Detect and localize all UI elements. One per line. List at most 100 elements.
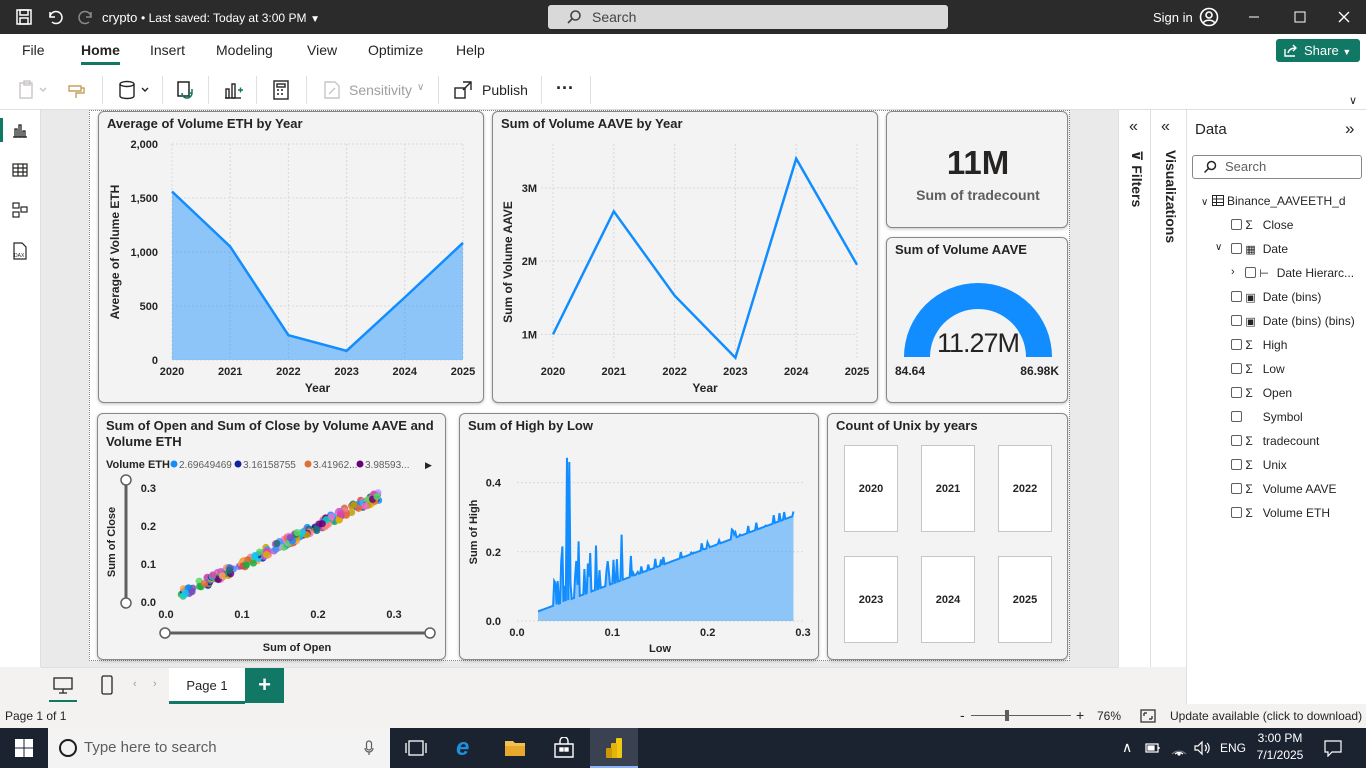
show-hidden-icons[interactable]: ∧ — [1122, 739, 1132, 756]
field-item[interactable]: ▣ Date (bins) — [1231, 290, 1321, 304]
year-tile[interactable]: 2025 — [998, 556, 1052, 643]
field-checkbox[interactable] — [1231, 363, 1242, 374]
notifications-icon[interactable] — [1324, 739, 1342, 757]
report-view-icon[interactable] — [12, 122, 28, 138]
paste-icon[interactable] — [18, 80, 48, 100]
field-checkbox[interactable] — [1231, 387, 1242, 398]
sensitivity-button[interactable]: Sensitivity — [349, 82, 412, 98]
sensitivity-icon[interactable] — [321, 80, 341, 100]
file-explorer-icon[interactable] — [504, 738, 526, 758]
year-tile[interactable]: 2021 — [921, 445, 975, 532]
share-button[interactable]: Share ▼ — [1276, 39, 1360, 62]
desktop-layout-icon[interactable] — [53, 677, 73, 694]
page-tab[interactable]: Page 1 — [169, 668, 245, 704]
close-icon[interactable] — [1338, 11, 1350, 23]
search-box[interactable]: Search — [548, 5, 948, 29]
save-icon[interactable] — [15, 8, 33, 26]
chevron-down-icon[interactable]: ∨ — [417, 82, 424, 93]
menu-home[interactable]: Home — [81, 42, 120, 58]
field-item[interactable]: Σ tradecount — [1231, 434, 1319, 448]
maximize-icon[interactable] — [1294, 11, 1306, 23]
redo-icon[interactable] — [77, 8, 95, 26]
field-checkbox[interactable] — [1231, 507, 1242, 518]
field-item[interactable]: Σ Volume ETH — [1231, 506, 1330, 520]
year-tile[interactable]: 2024 — [921, 556, 975, 643]
sign-in-link[interactable]: Sign in — [1153, 10, 1193, 25]
fit-to-page-icon[interactable] — [1140, 709, 1156, 723]
visualizations-pane[interactable]: « Visualizations — [1150, 110, 1186, 667]
next-page-icon[interactable]: › — [153, 678, 157, 690]
field-item[interactable]: Symbol — [1231, 410, 1303, 424]
field-checkbox[interactable] — [1231, 243, 1242, 254]
language-indicator[interactable]: ENG — [1220, 741, 1246, 755]
wifi-icon[interactable] — [1170, 740, 1188, 756]
windows-start-icon[interactable] — [15, 739, 33, 757]
field-item[interactable]: Σ Unix — [1231, 458, 1287, 472]
data-search-input[interactable]: Search — [1192, 155, 1362, 179]
microphone-icon[interactable] — [364, 740, 374, 756]
menu-optimize[interactable]: Optimize — [368, 42, 423, 58]
field-checkbox[interactable] — [1231, 291, 1242, 302]
scatter-chart-visual[interactable]: Sum of Open and Sum of Close by Volume A… — [97, 413, 446, 660]
field-item[interactable]: Σ High — [1231, 338, 1287, 352]
table-view-icon[interactable] — [12, 162, 28, 178]
expand-visualizations-icon[interactable]: « — [1161, 118, 1170, 136]
year-tile[interactable]: 2023 — [844, 556, 898, 643]
format-painter-icon[interactable] — [67, 80, 87, 100]
field-checkbox[interactable] — [1231, 435, 1242, 446]
table-node[interactable]: ∨ Binance_AAVEETH_d — [1201, 194, 1346, 208]
model-view-icon[interactable] — [12, 202, 28, 218]
zoom-slider-thumb[interactable] — [1005, 710, 1009, 721]
field-item[interactable]: ∨ ▦ Date — [1215, 242, 1288, 256]
menu-view[interactable]: View — [307, 42, 337, 58]
power-bi-taskbar-button[interactable] — [590, 728, 638, 768]
field-item[interactable]: Σ Close — [1231, 218, 1293, 232]
aave-gauge-visual[interactable]: Sum of Volume AAVE 11.27M 84.64 86.98K — [886, 237, 1068, 403]
eth-area-chart-visual[interactable]: Average of Volume ETH by Year 0 500 1,000 1… — [98, 111, 484, 403]
publish-button[interactable]: Publish — [482, 82, 528, 98]
menu-help[interactable]: Help — [456, 42, 485, 58]
prev-page-icon[interactable]: ‹ — [133, 678, 137, 690]
update-available-link[interactable]: Update available (click to download) — [1170, 709, 1362, 723]
tradecount-card-visual[interactable]: 11M Sum of tradecount — [886, 111, 1068, 228]
menu-modeling[interactable]: Modeling — [216, 42, 273, 58]
dax-query-icon[interactable]: DAX — [12, 242, 28, 260]
field-checkbox[interactable] — [1231, 339, 1242, 350]
expand-chevron-icon[interactable]: ∨ — [1201, 197, 1208, 208]
taskbar-clock[interactable]: 3:00 PM 7/1/2025 — [1250, 731, 1310, 762]
task-view-icon[interactable] — [405, 739, 427, 757]
undo-icon[interactable] — [46, 8, 64, 26]
field-item[interactable]: › ⊢ Date Hierarc... — [1231, 266, 1354, 280]
years-tile-slicer-visual[interactable]: Count of Unix by years 2020 2021 2022 20… — [827, 413, 1068, 660]
minimize-icon[interactable] — [1248, 11, 1260, 23]
account-icon[interactable] — [1199, 7, 1219, 27]
field-item[interactable]: Σ Volume AAVE — [1231, 482, 1337, 496]
zoom-out-button[interactable]: - — [960, 707, 965, 723]
field-checkbox[interactable] — [1231, 483, 1242, 494]
collapse-ribbon-icon[interactable]: ∨ — [1349, 94, 1357, 107]
menu-file[interactable]: File — [22, 42, 45, 58]
field-checkbox[interactable] — [1245, 267, 1256, 278]
year-tile[interactable]: 2022 — [998, 445, 1052, 532]
add-page-button[interactable]: + — [245, 668, 284, 703]
refresh-icon[interactable] — [175, 80, 195, 100]
volume-icon[interactable] — [1193, 740, 1211, 756]
field-checkbox[interactable] — [1231, 219, 1242, 230]
field-checkbox[interactable] — [1231, 459, 1242, 470]
calculator-icon[interactable] — [272, 80, 290, 100]
collapse-data-pane-icon[interactable]: » — [1345, 119, 1354, 139]
document-title[interactable]: crypto • Last saved: Today at 3:00 PM ▼ — [102, 10, 320, 25]
battery-icon[interactable] — [1145, 742, 1161, 754]
edge-browser-icon[interactable]: e — [456, 734, 469, 762]
high-by-low-visual[interactable]: Sum of High by Low 0.0 0.2 0.4 0.0 0.1 0.2 0.3… — [459, 413, 819, 660]
field-checkbox[interactable] — [1231, 411, 1242, 422]
store-icon[interactable] — [553, 737, 575, 759]
filters-pane[interactable]: « ⊽ Filters — [1118, 110, 1150, 667]
mobile-layout-icon[interactable] — [101, 675, 113, 695]
aave-line-chart-visual[interactable]: Sum of Volume AAVE by Year 1M 2M 3M 2020 202… — [492, 111, 878, 403]
field-item[interactable]: Σ Low — [1231, 362, 1285, 376]
expand-filters-icon[interactable]: « — [1129, 118, 1138, 136]
expand-chevron-icon[interactable]: › — [1231, 266, 1235, 278]
more-options-button[interactable]: ··· — [556, 78, 574, 99]
get-data-icon[interactable] — [117, 80, 151, 100]
